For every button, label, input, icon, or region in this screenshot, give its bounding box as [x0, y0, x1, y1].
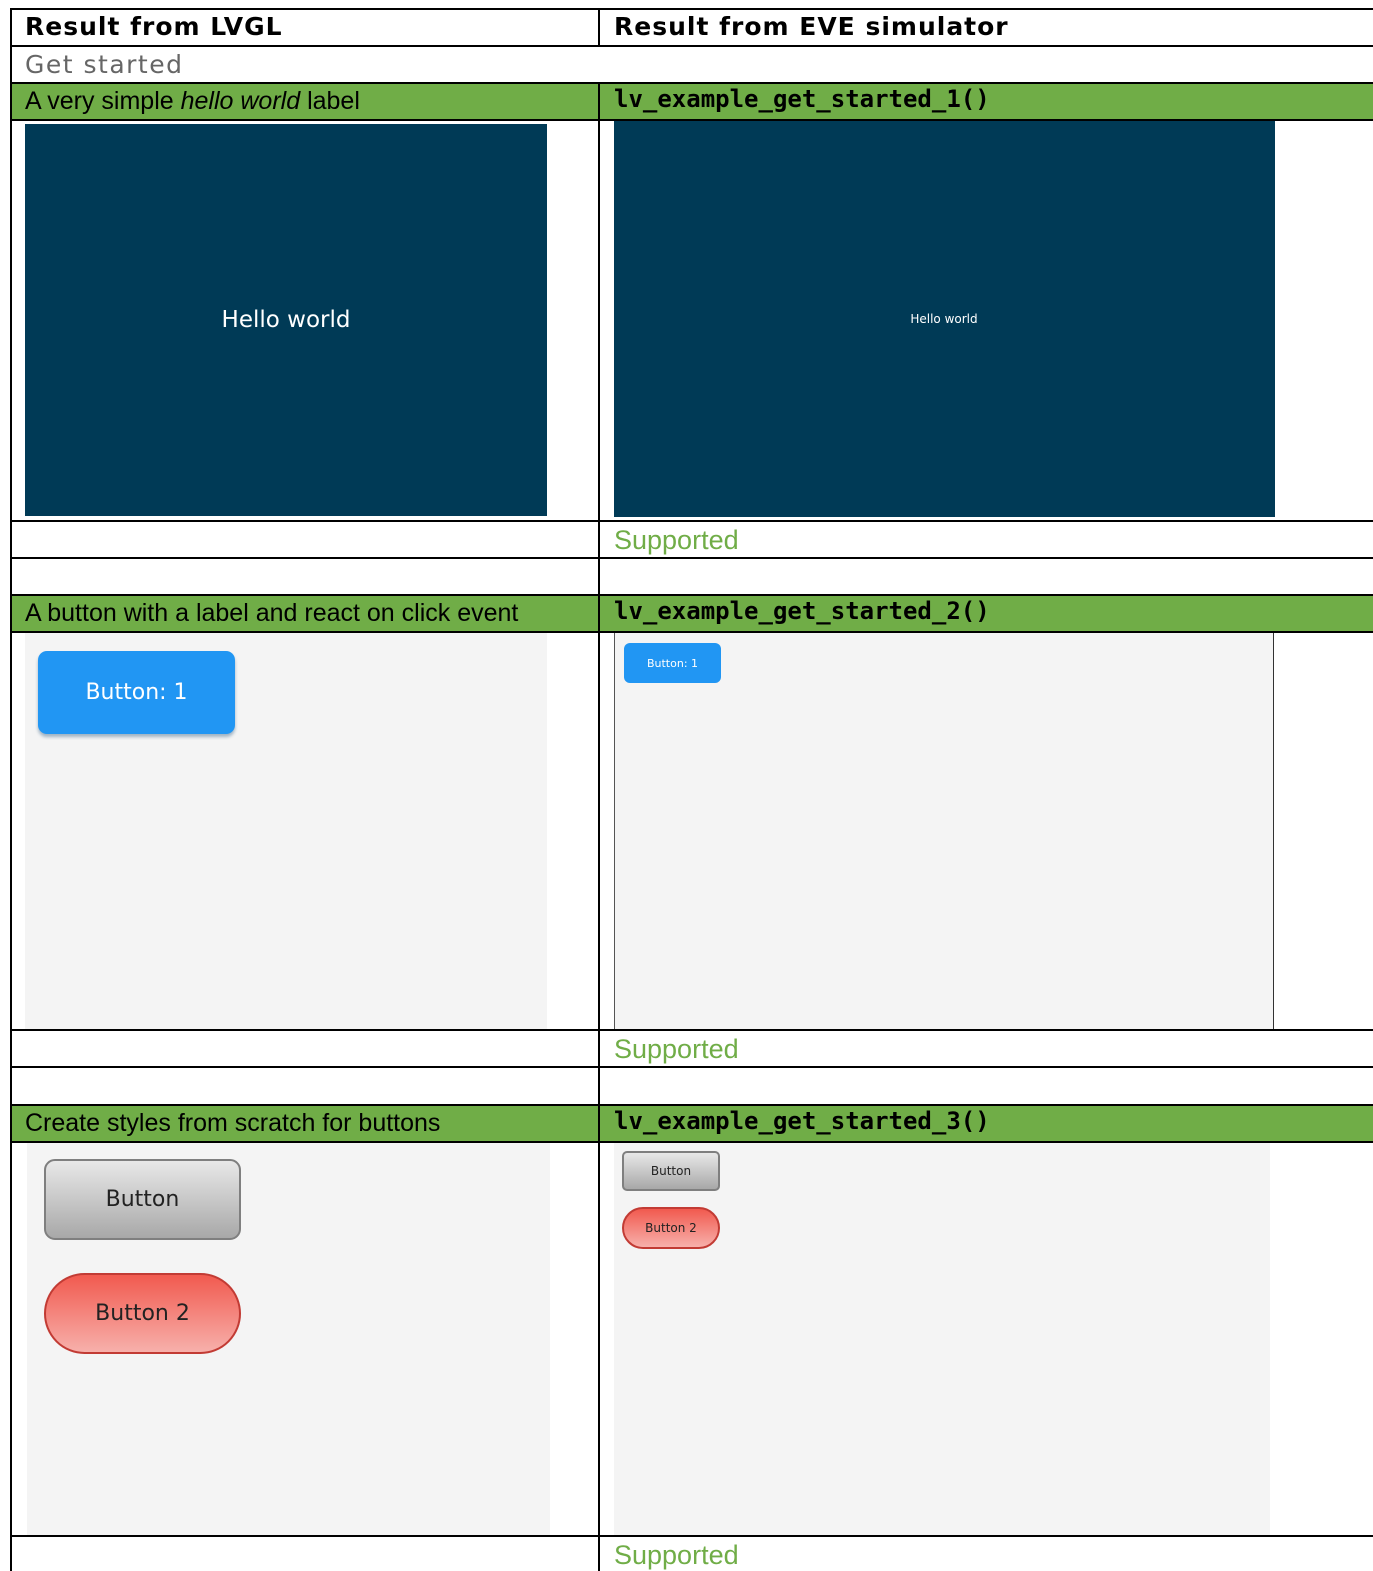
example-1-eve-screen: Hello world	[614, 121, 1275, 517]
column-header-eve: Result from EVE simulator	[614, 12, 1009, 41]
example-3-code: lv_example_get_started_3()	[614, 1107, 990, 1135]
example-1-eve-label: Hello world	[910, 312, 978, 326]
example-1-status: Supported	[614, 525, 739, 555]
example-2-code: lv_example_get_started_2()	[614, 597, 990, 625]
example-2-lvgl-screen: Button: 1	[25, 633, 547, 1029]
example-1-description-em: hello world	[180, 87, 301, 115]
example-2-status: Supported	[614, 1034, 739, 1064]
example-3-eve-button-2[interactable]: Button 2	[622, 1207, 720, 1249]
example-2-eve-screen: Button: 1	[614, 633, 1274, 1029]
example-3-eve-screen: Button Button 2	[614, 1143, 1270, 1535]
table-border-left	[10, 8, 12, 1571]
column-divider	[598, 82, 600, 1571]
column-divider-top	[598, 8, 600, 46]
row-divider	[10, 82, 1373, 84]
example-3-lvgl-screen: Button Button 2	[27, 1143, 550, 1535]
row-divider	[10, 1029, 1373, 1031]
example-1-description-pre: A very simple	[25, 87, 181, 115]
example-2-eve-button[interactable]: Button: 1	[624, 643, 721, 683]
example-1-description: A very simple hello world label	[25, 87, 360, 116]
row-divider	[10, 1066, 1373, 1068]
row-divider	[10, 557, 1373, 559]
example-3-lvgl-button-1[interactable]: Button	[44, 1159, 241, 1240]
example-3-description: Create styles from scratch for buttons	[25, 1109, 441, 1137]
row-divider	[10, 45, 1373, 47]
column-header-lvgl: Result from LVGL	[25, 12, 283, 41]
row-divider	[10, 520, 1373, 522]
example-2-description: A button with a label and react on click…	[25, 599, 519, 627]
section-title: Get started	[25, 50, 184, 79]
example-2-lvgl-button[interactable]: Button: 1	[38, 651, 235, 734]
example-3-status: Supported	[614, 1540, 739, 1570]
example-3-eve-button-1[interactable]: Button	[622, 1151, 720, 1191]
example-1-code: lv_example_get_started_1()	[614, 85, 990, 113]
row-divider	[10, 1535, 1373, 1537]
example-1-lvgl-screen: Hello world	[25, 124, 547, 516]
row-divider	[10, 1104, 1373, 1106]
example-3-lvgl-button-2[interactable]: Button 2	[44, 1273, 241, 1354]
example-1-description-post: label	[300, 87, 360, 115]
table-border-top	[10, 8, 1373, 10]
row-divider	[10, 594, 1373, 596]
example-1-lvgl-label: Hello world	[221, 307, 351, 333]
